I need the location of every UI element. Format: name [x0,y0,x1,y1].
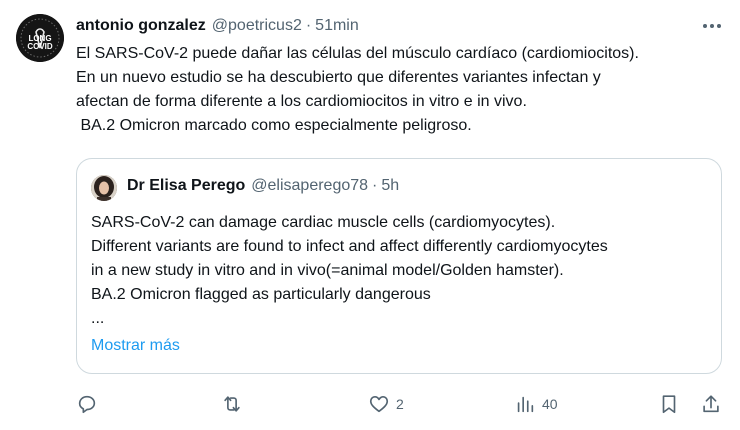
bookmark-button[interactable] [658,390,680,418]
bookmark-icon [662,395,676,414]
tweet: LONG COVID antonio gonzalez @poetricus2 … [0,0,740,430]
reply-icon [78,395,96,414]
retweet-button[interactable] [220,390,244,418]
tweet-body: El SARS-CoV-2 puede dañar las células de… [76,42,726,138]
more-options-button[interactable] [700,16,724,36]
quote-author-name[interactable]: Dr Elisa Perego [127,177,245,195]
reply-button[interactable] [76,390,98,418]
like-count: 2 [396,396,404,412]
tweet-body-line: En un nuevo estudio se ha descubierto qu… [76,69,601,86]
show-more-link[interactable]: Mostrar más [91,337,180,355]
avatar-text-covid: COVID [27,42,53,51]
tweet-header: antonio gonzalez @poetricus2 · 51min [76,14,359,38]
author-avatar[interactable]: LONG COVID [16,14,64,62]
tweet-time[interactable]: 51min [315,17,359,35]
tweet-body-line: El SARS-CoV-2 puede dañar las células de… [76,45,639,62]
retweet-icon [224,396,240,412]
heart-icon [369,396,389,413]
header-separator: · [305,17,312,34]
quote-body: SARS-CoV-2 can damage cardiac muscle cel… [91,211,711,331]
quote-body-line: ... [91,310,105,327]
quote-time[interactable]: 5h [381,177,399,195]
quote-author-avatar[interactable] [91,175,117,201]
share-icon [703,395,719,413]
quote-body-line: Different variants are found to infect a… [91,238,608,255]
quote-header-separator: · [372,177,378,194]
views-icon [517,396,534,413]
share-button[interactable] [700,390,722,418]
more-dots-icon [703,24,721,28]
quoted-tweet[interactable]: Dr Elisa Perego @elisaperego78 · 5h SARS… [76,158,722,374]
quote-author-handle[interactable]: @elisaperego78 [251,177,368,195]
quote-body-line: BA.2 Omicron flagged as particularly dan… [91,286,431,303]
like-button[interactable]: 2 [368,390,404,418]
tweet-body-line: afectan de forma diferente a los cardiom… [76,93,527,110]
quote-body-line: in a new study in vitro and in vivo(=ani… [91,262,564,279]
views-count: 40 [542,396,558,412]
quote-body-line: SARS-CoV-2 can damage cardiac muscle cel… [91,214,556,231]
author-handle[interactable]: @poetricus2 [212,17,302,35]
tweet-body-line: BA.2 Omicron marcado como especialmente … [76,117,472,134]
tweet-actions: 2 40 [70,390,730,418]
author-name[interactable]: antonio gonzalez [76,17,206,35]
views-button[interactable]: 40 [514,390,558,418]
quote-header: Dr Elisa Perego @elisaperego78 · 5h [127,177,399,195]
